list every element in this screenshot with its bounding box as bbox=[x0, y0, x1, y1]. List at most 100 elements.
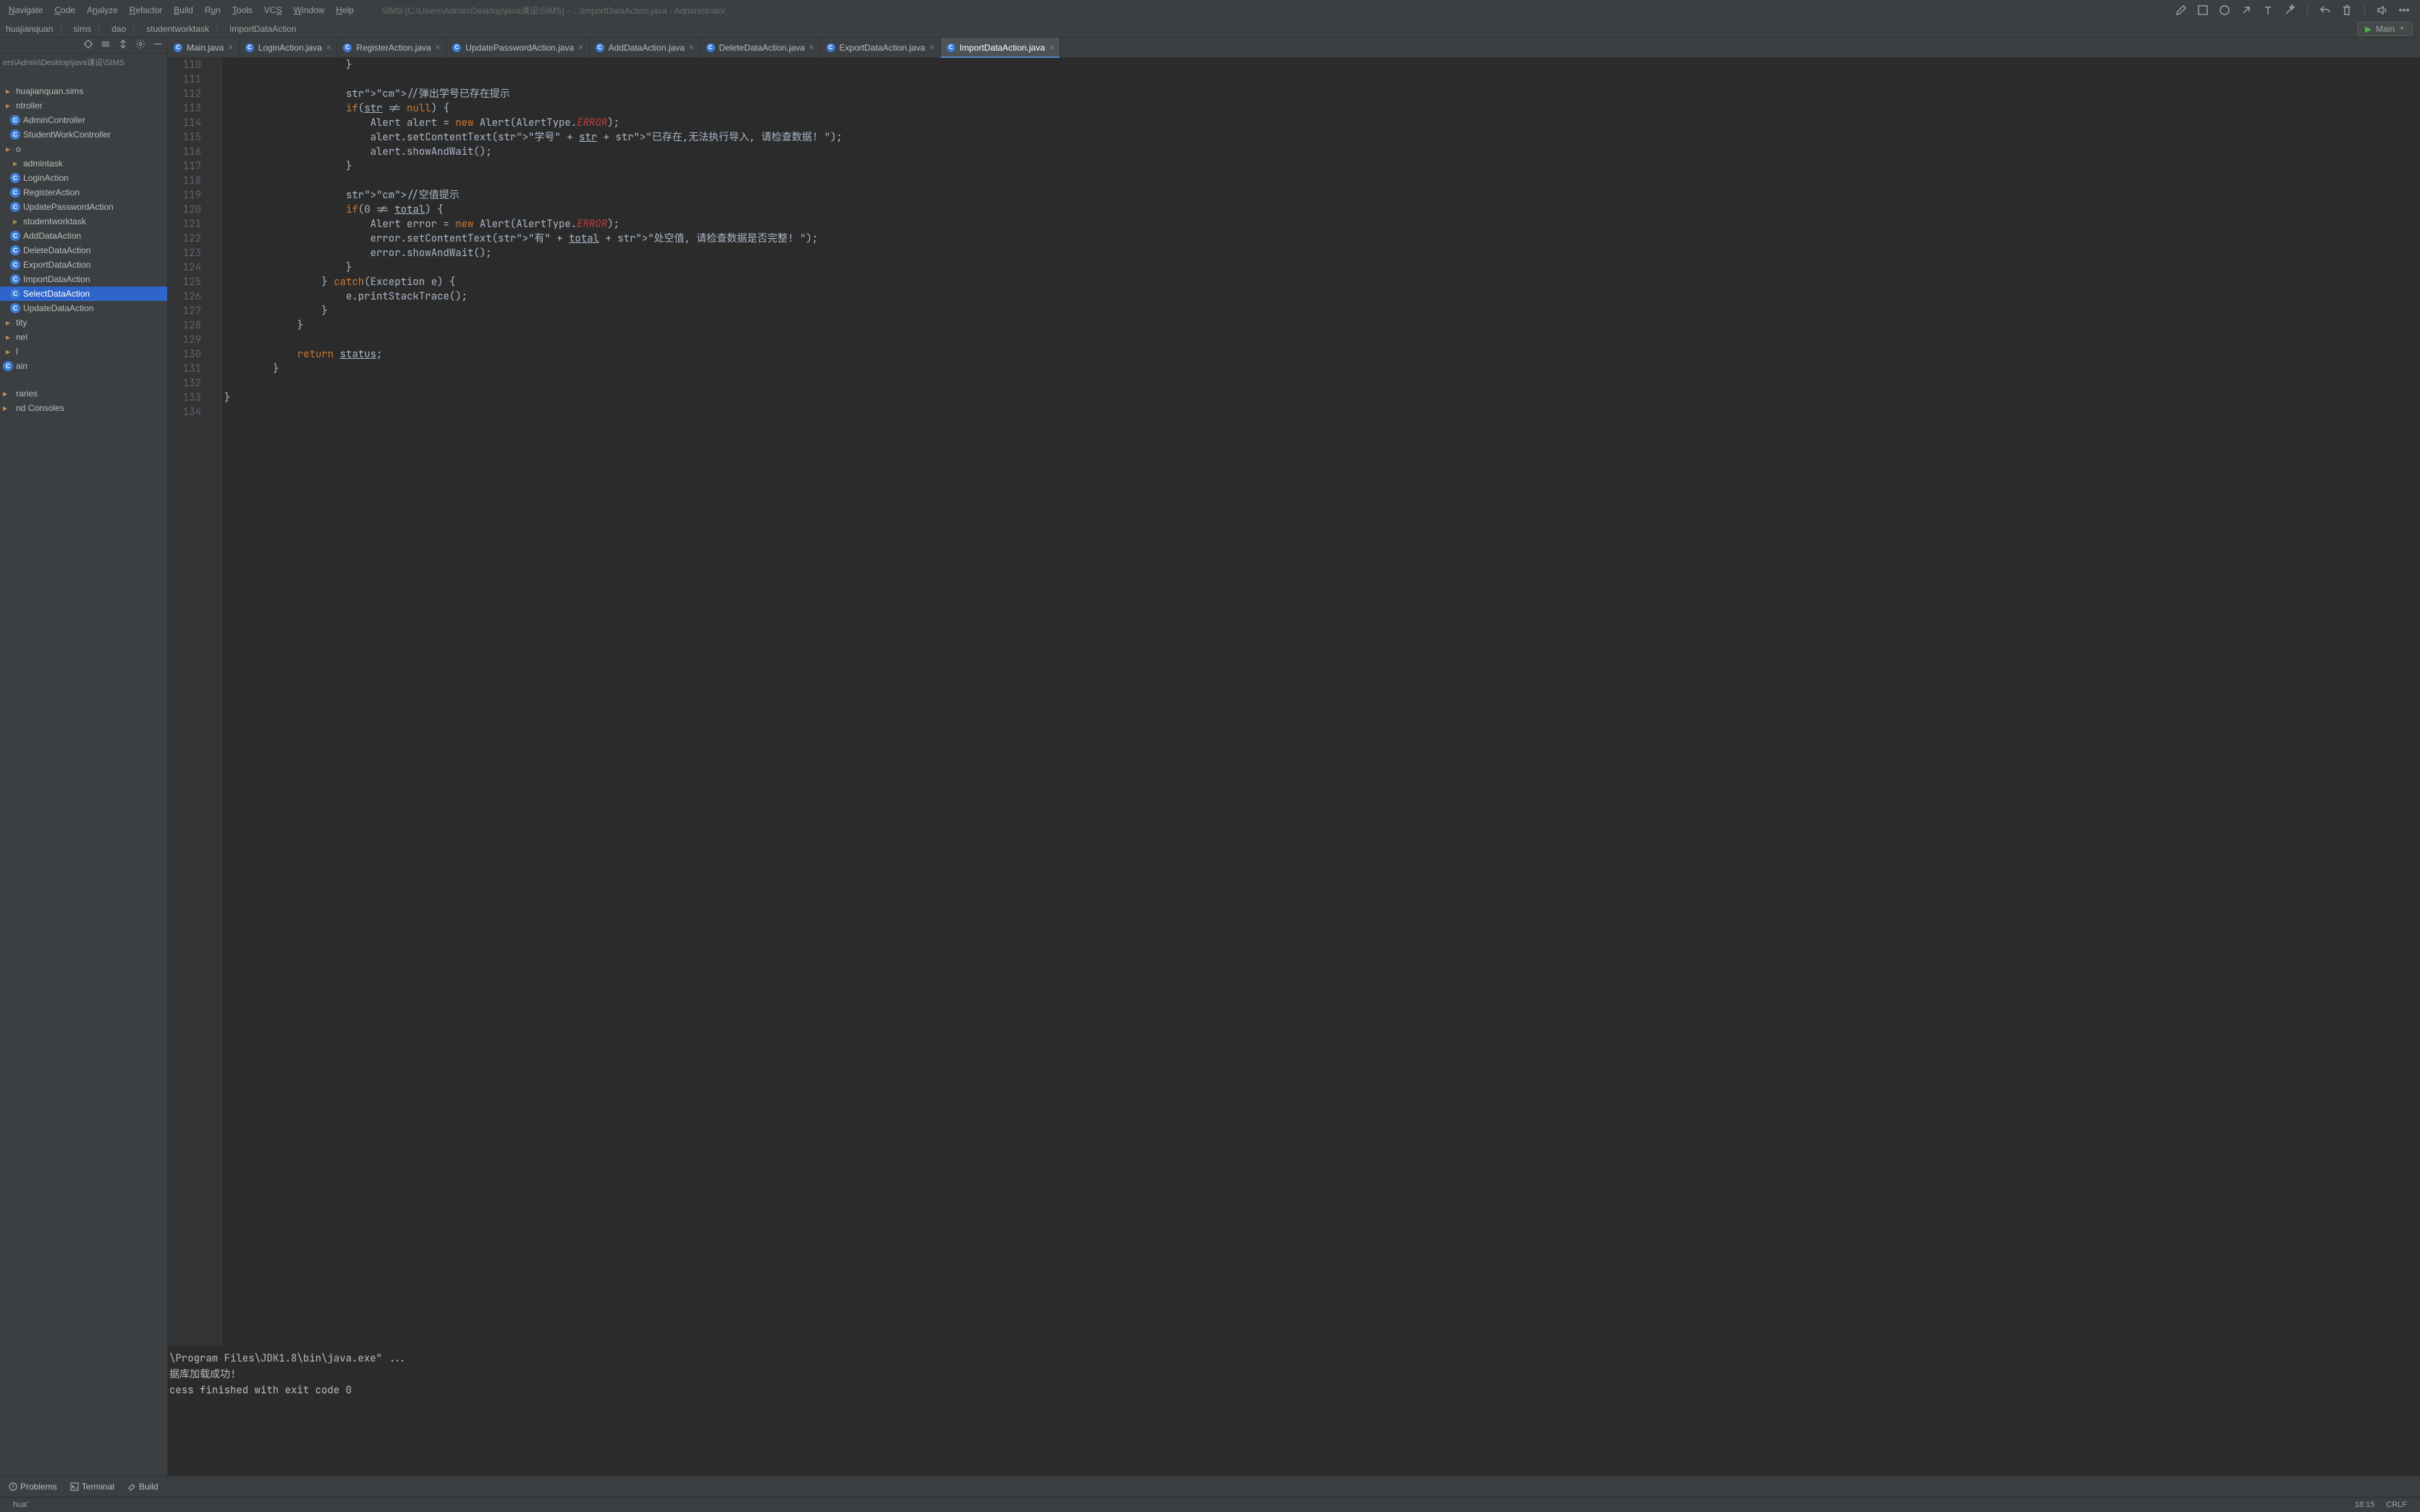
close-icon[interactable]: × bbox=[228, 43, 232, 52]
close-icon[interactable]: × bbox=[436, 43, 440, 52]
crumb-0[interactable]: huajianquan bbox=[3, 24, 56, 34]
tree-node-7[interactable]: CRegisterAction bbox=[0, 185, 167, 200]
undo-icon[interactable] bbox=[2319, 4, 2331, 16]
tab-registeraction[interactable]: CRegisterAction.java× bbox=[337, 38, 447, 57]
tab-deletedataaction[interactable]: CDeleteDataAction.java× bbox=[701, 38, 821, 57]
menu-analyze[interactable]: Analyze bbox=[81, 5, 124, 15]
separator bbox=[2364, 4, 2365, 16]
tree-node-3[interactable]: CStudentWorkController bbox=[0, 127, 167, 142]
editor-tabbar[interactable]: CMain.java×CLoginAction.java×CRegisterAc… bbox=[168, 38, 2420, 58]
menu-build[interactable]: Build bbox=[168, 5, 199, 15]
tree-node-15[interactable]: CUpdateDataAction bbox=[0, 301, 167, 315]
tw-problems[interactable]: Problems bbox=[9, 1482, 57, 1492]
dots-icon[interactable] bbox=[2398, 4, 2410, 16]
menu-refactor[interactable]: Refactor bbox=[124, 5, 168, 15]
project-sidebar: ers\Admin\Desktop\java课设\SIMS ▸huajianqu… bbox=[0, 38, 168, 1476]
tree-node-9[interactable]: ▸studentworktask bbox=[0, 214, 167, 229]
editor-area: CMain.java×CLoginAction.java×CRegisterAc… bbox=[168, 38, 2420, 1476]
class-icon: C bbox=[10, 274, 20, 284]
menu-vcs[interactable]: VCS bbox=[258, 5, 288, 15]
project-row[interactable] bbox=[0, 71, 167, 81]
fold-strip[interactable] bbox=[211, 58, 221, 1346]
close-icon[interactable]: × bbox=[326, 43, 331, 52]
class-icon: C bbox=[245, 43, 254, 52]
tab-importdataaction[interactable]: CImportDataAction.java× bbox=[941, 38, 1061, 57]
tab-main[interactable]: CMain.java× bbox=[168, 38, 240, 57]
line-number-gutter: 1101111121131141151161171181191201211221… bbox=[168, 58, 211, 1346]
tree-node-18[interactable]: ▸l bbox=[0, 344, 167, 359]
sound-icon[interactable] bbox=[2377, 4, 2388, 16]
menu-window[interactable]: Window bbox=[288, 5, 331, 15]
gear-icon[interactable] bbox=[135, 39, 145, 51]
expand-icon[interactable] bbox=[101, 39, 111, 51]
tree-node-5[interactable]: ▸admintask bbox=[0, 156, 167, 171]
tree-node-21[interactable]: ▸raries bbox=[0, 386, 167, 401]
square-icon[interactable] bbox=[2197, 4, 2209, 16]
menu-navigate[interactable]: Navigate bbox=[3, 5, 48, 15]
close-icon[interactable]: × bbox=[929, 43, 934, 52]
class-icon: C bbox=[174, 43, 182, 52]
run-console[interactable]: \Program Files\JDK1.8\bin\java.exe" ...据… bbox=[168, 1346, 2420, 1476]
text-icon[interactable] bbox=[2262, 4, 2274, 16]
close-icon[interactable]: × bbox=[578, 43, 583, 52]
class-icon: C bbox=[10, 129, 20, 140]
close-icon[interactable]: × bbox=[1049, 43, 1054, 52]
tab-updatepasswordaction[interactable]: CUpdatePasswordAction.java× bbox=[447, 38, 590, 57]
close-icon[interactable]: × bbox=[689, 43, 693, 52]
status-left: hua' bbox=[7, 1500, 33, 1509]
crumb-3[interactable]: studentworktask bbox=[143, 24, 212, 34]
class-icon: C bbox=[10, 202, 20, 212]
tree-node-6[interactable]: CLoginAction bbox=[0, 171, 167, 185]
tree-node-20[interactable] bbox=[0, 373, 167, 386]
circle-icon[interactable] bbox=[2219, 4, 2230, 16]
tw-build[interactable]: Build bbox=[127, 1482, 158, 1492]
code-editor[interactable]: 1101111121131141151161171181191201211221… bbox=[168, 58, 2420, 1346]
tree-node-0[interactable]: ▸huajianquan.sims bbox=[0, 84, 167, 98]
tree-node-12[interactable]: CExportDataAction bbox=[0, 258, 167, 272]
run-config-dropdown[interactable]: ▶ Main ▼ bbox=[2357, 22, 2413, 36]
tab-loginaction[interactable]: CLoginAction.java× bbox=[240, 38, 338, 57]
tab-adddataaction[interactable]: CAddDataAction.java× bbox=[590, 38, 701, 57]
tree-node-22[interactable]: ▸nd Consoles bbox=[0, 401, 167, 415]
tree-node-4[interactable]: ▸o bbox=[0, 142, 167, 156]
minimize-icon[interactable] bbox=[153, 39, 163, 51]
tree-node-1[interactable]: ▸ntroller bbox=[0, 98, 167, 113]
tree-node-14[interactable]: CSelectDataAction bbox=[0, 286, 167, 301]
crumb-2[interactable]: dao bbox=[109, 24, 129, 34]
package-icon: ▸ bbox=[3, 144, 13, 154]
menu-run[interactable]: Run bbox=[199, 5, 227, 15]
arrow-out-icon[interactable] bbox=[2241, 4, 2252, 16]
titlebar-icon-group bbox=[2175, 4, 2417, 16]
status-line-ending[interactable]: CRLF bbox=[2380, 1500, 2413, 1509]
code-content[interactable]: } str">"cm">//弹出学号已存在提示 if(str != null) … bbox=[221, 58, 2420, 1346]
tree-node-2[interactable]: CAdminController bbox=[0, 113, 167, 127]
project-root-path: ers\Admin\Desktop\java课设\SIMS bbox=[0, 54, 167, 71]
menu-tools[interactable]: Tools bbox=[227, 5, 258, 15]
crumb-1[interactable]: sims bbox=[70, 24, 94, 34]
tree-node-19[interactable]: Cain bbox=[0, 359, 167, 373]
tw-terminal[interactable]: Terminal bbox=[70, 1482, 114, 1492]
class-icon: C bbox=[3, 361, 13, 371]
menu-help[interactable]: Help bbox=[330, 5, 360, 15]
tree-node-13[interactable]: CImportDataAction bbox=[0, 272, 167, 286]
tree-node-17[interactable]: ▸nel bbox=[0, 330, 167, 344]
tree-node-8[interactable]: CUpdatePasswordAction bbox=[0, 200, 167, 214]
collapse-icon[interactable] bbox=[118, 39, 128, 51]
crumb-4[interactable]: ImportDataAction bbox=[227, 24, 300, 34]
class-icon: C bbox=[947, 43, 955, 52]
window-title: SIMS [C:\Users\Admin\Desktop\java课设\SIMS… bbox=[381, 4, 726, 17]
tab-exportdataaction[interactable]: CExportDataAction.java× bbox=[821, 38, 941, 57]
tree-node-10[interactable]: CAddDataAction bbox=[0, 229, 167, 243]
wand-icon[interactable] bbox=[2284, 4, 2296, 16]
trash-icon[interactable] bbox=[2341, 4, 2353, 16]
close-icon[interactable]: × bbox=[809, 43, 813, 52]
project-tree[interactable]: ▸huajianquan.sims▸ntrollerCAdminControll… bbox=[0, 81, 167, 415]
bottom-toolwindow-bar: Problems Terminal Build bbox=[0, 1476, 2420, 1498]
locate-icon[interactable] bbox=[83, 39, 93, 51]
pencil-icon[interactable] bbox=[2175, 4, 2187, 16]
package-icon: ▸ bbox=[3, 86, 13, 96]
package-icon: ▸ bbox=[3, 332, 13, 342]
menu-code[interactable]: Code bbox=[48, 5, 81, 15]
tree-node-11[interactable]: CDeleteDataAction bbox=[0, 243, 167, 258]
tree-node-16[interactable]: ▸tity bbox=[0, 315, 167, 330]
